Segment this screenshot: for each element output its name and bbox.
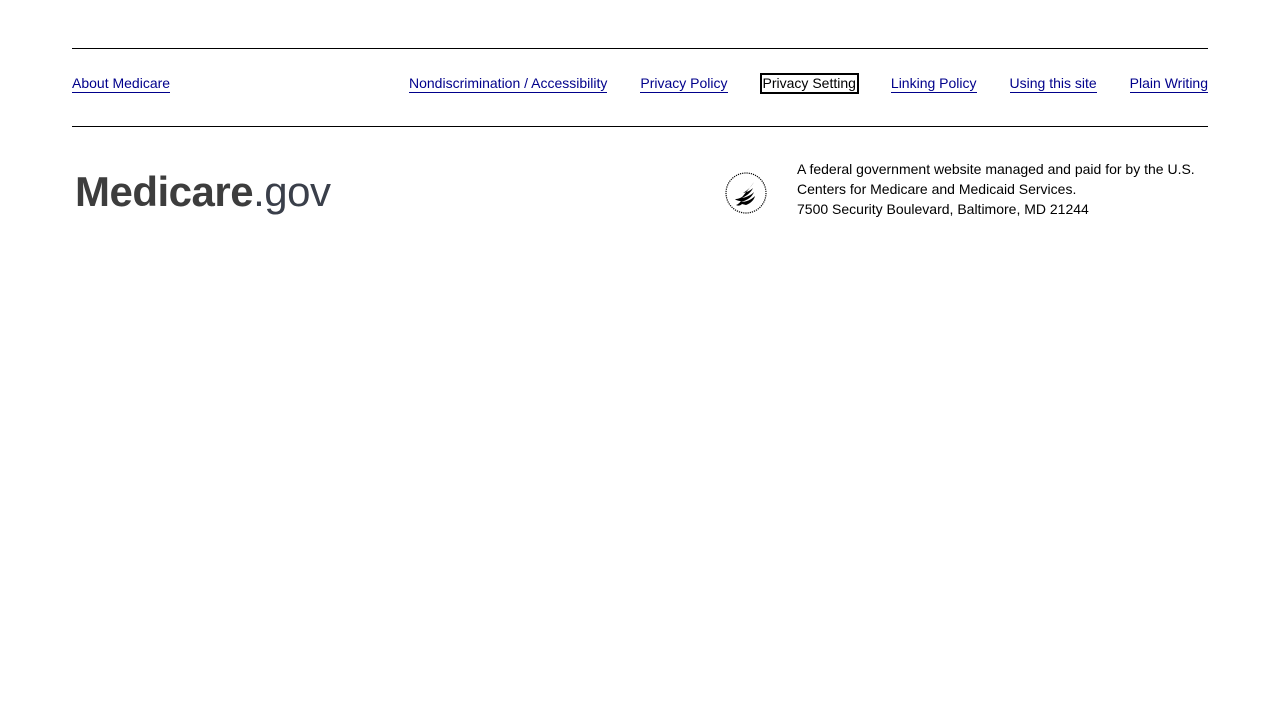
privacy-setting-link[interactable]: Privacy Setting <box>759 73 859 94</box>
footer-policy-links: Nondiscrimination / Accessibility Privac… <box>408 73 1208 94</box>
agency-address: 7500 Security Boulevard, Baltimore, MD 2… <box>797 201 1089 217</box>
hhs-seal-icon <box>725 172 767 214</box>
site-footer: About Medicare Nondiscrimination / Acces… <box>72 48 1208 237</box>
logo-brand-text: Medicare <box>75 168 254 215</box>
agency-line: A federal government website managed and… <box>797 161 1195 177</box>
logo-tld-text: .gov <box>253 168 331 215</box>
about-medicare-link[interactable]: About Medicare <box>72 75 171 93</box>
agency-line: Centers for Medicare and Medicaid Servic… <box>797 181 1077 197</box>
footer-links-row: About Medicare Nondiscrimination / Acces… <box>72 49 1208 126</box>
linking-policy-link[interactable]: Linking Policy <box>890 75 977 93</box>
using-this-site-link[interactable]: Using this site <box>1009 75 1097 93</box>
plain-writing-link[interactable]: Plain Writing <box>1129 75 1208 93</box>
medicare-gov-logo[interactable]: Medicare.gov <box>75 168 331 215</box>
agency-info: A federal government website managed and… <box>797 159 1195 219</box>
privacy-policy-link[interactable]: Privacy Policy <box>640 75 728 93</box>
footer-identity-row: Medicare.gov A federal government websit… <box>72 127 1208 237</box>
nondiscrimination-accessibility-link[interactable]: Nondiscrimination / Accessibility <box>408 75 608 93</box>
